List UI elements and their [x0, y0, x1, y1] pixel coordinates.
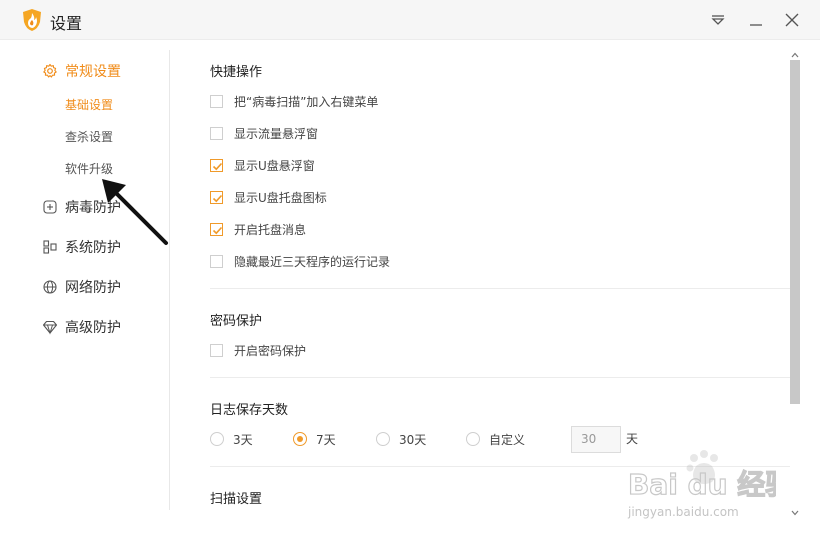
sidebar-group-label: 常规设置: [65, 64, 121, 80]
radio-3-days[interactable]: 3天: [210, 428, 253, 450]
annotation-arrow-icon: [102, 179, 168, 245]
close-button[interactable]: [780, 8, 804, 32]
option-label: 隐藏最近三天程序的运行记录: [234, 254, 391, 269]
radio-button-selected[interactable]: [293, 432, 307, 446]
option-label: 开启密码保护: [234, 343, 307, 358]
scroll-down-arrow-icon[interactable]: [789, 508, 801, 518]
sidebar-group-label: 高级防护: [65, 320, 121, 336]
shield-flame-logo-icon: [23, 9, 41, 31]
checkbox[interactable]: [210, 343, 223, 357]
option-show-traffic-float-window[interactable]: 显示流量悬浮窗: [210, 124, 318, 142]
days-unit-label: 天: [626, 432, 639, 446]
minimize-icon: [750, 24, 762, 26]
sidebar-group-general[interactable]: 常规设置: [42, 59, 121, 83]
section-divider: [210, 377, 790, 378]
option-show-usb-float-window[interactable]: 显示U盘悬浮窗: [210, 156, 315, 174]
minimize-button[interactable]: [744, 8, 768, 32]
grid-icon: [42, 239, 58, 255]
radio-7-days[interactable]: 7天: [293, 428, 336, 450]
radio-label: 30天: [399, 432, 427, 447]
menu-dropdown-button[interactable]: [706, 8, 730, 32]
checkbox[interactable]: [210, 126, 223, 140]
section-title-log-retention: 日志保存天数: [210, 403, 289, 418]
watermark-brand: Bai du 经验: [628, 468, 776, 501]
option-show-usb-tray-icon[interactable]: 显示U盘托盘图标: [210, 188, 327, 206]
radio-button[interactable]: [210, 432, 224, 446]
watermark-url: jingyan.baidu.com: [627, 505, 739, 519]
sidebar-group-label: 网络防护: [65, 280, 121, 296]
globe-icon: [42, 279, 58, 295]
radio-label: 自定义: [489, 432, 526, 447]
scroll-up-arrow-icon[interactable]: [789, 50, 801, 60]
checkbox-checked[interactable]: [210, 222, 223, 236]
section-title-quick-actions: 快捷操作: [210, 65, 263, 80]
title-bar: 设置: [0, 0, 820, 40]
gear-icon: [42, 63, 58, 79]
checkbox-checked[interactable]: [210, 158, 223, 172]
option-enable-tray-messages[interactable]: 开启托盘消息: [210, 220, 306, 238]
checkmark-icon: [212, 194, 223, 202]
option-add-virus-scan-context-menu[interactable]: 把“病毒扫描”加入右键菜单: [210, 92, 378, 110]
radio-label: 3天: [233, 432, 253, 447]
sidebar-group-advanced-protection[interactable]: 高级防护: [42, 315, 121, 339]
option-label: 开启托盘消息: [234, 222, 307, 237]
sidebar: 常规设置 基础设置 查杀设置 软件升级 病毒防护 系统防护 网络防护 高级防护: [0, 40, 170, 510]
checkbox[interactable]: [210, 254, 223, 268]
radio-label: 7天: [316, 432, 336, 447]
sidebar-item-basic-settings[interactable]: 基础设置: [65, 95, 113, 115]
option-hide-recent-run-records[interactable]: 隐藏最近三天程序的运行记录: [210, 252, 390, 270]
sidebar-item-scan-settings[interactable]: 查杀设置: [65, 127, 113, 147]
scrollbar-thumb[interactable]: [790, 60, 800, 404]
window-title: 设置: [50, 14, 83, 33]
option-label: 把“病毒扫描”加入右键菜单: [234, 94, 379, 109]
triangle-down-menu-icon: [711, 15, 725, 25]
close-icon: [785, 13, 799, 27]
log-retention-radio-group: 3天 7天 30天 自定义 30 天: [210, 426, 770, 453]
option-label: 显示流量悬浮窗: [234, 126, 319, 141]
sidebar-group-network-protection[interactable]: 网络防护: [42, 275, 121, 299]
checkmark-icon: [212, 226, 223, 234]
section-divider: [210, 288, 790, 289]
option-enable-password-protection[interactable]: 开启密码保护: [210, 341, 306, 359]
checkbox-checked[interactable]: [210, 190, 223, 204]
radio-button[interactable]: [376, 432, 390, 446]
baidu-jingyan-watermark: Bai du 经验 jingyan.baidu.com: [627, 450, 776, 519]
custom-days-input[interactable]: 30: [571, 426, 621, 453]
section-title-scan-settings: 扫描设置: [210, 492, 263, 507]
checkmark-icon: [212, 162, 223, 170]
checkbox[interactable]: [210, 94, 223, 108]
radio-custom[interactable]: 自定义: [466, 428, 525, 450]
radio-30-days[interactable]: 30天: [376, 428, 426, 450]
option-label: 显示U盘托盘图标: [234, 190, 327, 205]
option-label: 显示U盘悬浮窗: [234, 158, 315, 173]
radio-button[interactable]: [466, 432, 480, 446]
plus-square-icon: [42, 199, 58, 215]
diamond-icon: [42, 319, 58, 335]
section-title-password-protection: 密码保护: [210, 314, 263, 329]
